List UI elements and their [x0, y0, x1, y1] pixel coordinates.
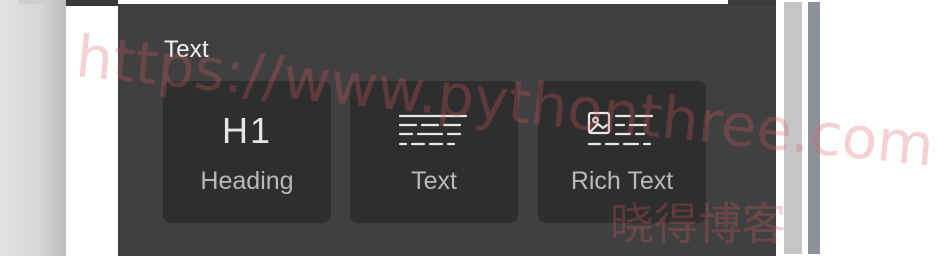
rich-text-block-button[interactable]: Rich Text — [538, 81, 706, 223]
right-gap — [776, 0, 784, 256]
scrollbar-track[interactable] — [784, 2, 802, 254]
image-text-icon — [538, 111, 706, 151]
top-handle — [18, 0, 44, 4]
scrollbar-thumb[interactable] — [808, 2, 820, 254]
app-window: Text H1 Heading Text Rich Text https://w… — [0, 0, 938, 256]
text-block-label: Text — [411, 167, 457, 195]
heading-block-label: Heading — [200, 167, 294, 195]
text-block-button[interactable]: Text — [350, 81, 518, 223]
heading-block-button[interactable]: H1 Heading — [163, 81, 331, 223]
top-right-edge — [728, 0, 776, 6]
section-title: Text — [164, 36, 209, 63]
left-page-edge — [0, 0, 66, 256]
top-dark-edge — [66, 0, 118, 6]
text-lines-icon — [350, 111, 518, 151]
block-insert-panel: Text H1 Heading Text Rich Text — [118, 4, 776, 256]
heading-h1-icon: H1 — [221, 110, 273, 151]
rich-text-block-label: Rich Text — [570, 167, 674, 195]
